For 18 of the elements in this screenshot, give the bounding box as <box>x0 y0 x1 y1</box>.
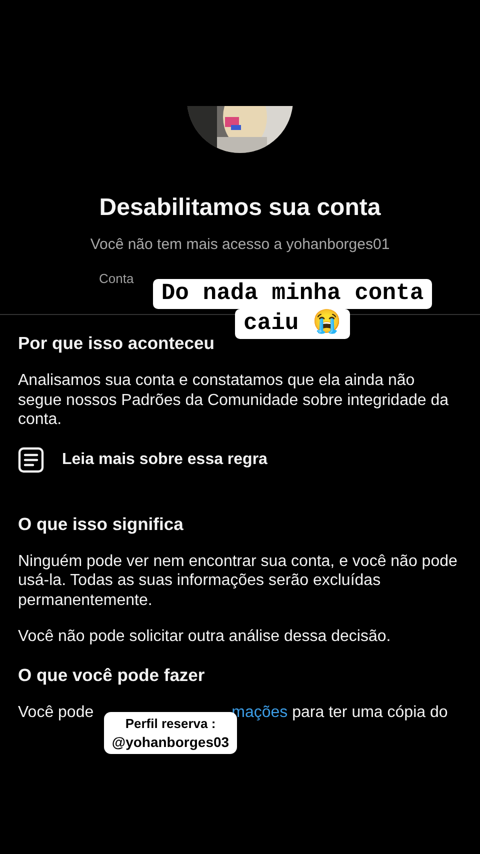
paragraph: Ninguém pode ver nem encontrar sua conta, e você não pode usá-la. Todas as suas informações serão excluídas permanentemente. <box>18 552 458 610</box>
link[interactable]: mações <box>232 702 288 722</box>
caption-sticker: caiu 😭 <box>235 309 350 339</box>
document-icon <box>18 446 44 472</box>
paragraph: Analisamos sua conta e constatamos que ela ainda não segue nossos Padrões da Comunidade sobre integridade da conta. <box>18 371 450 430</box>
sticker-text: Perfil reserva : <box>125 715 216 733</box>
caption-sticker: Do nada minha conta <box>153 279 432 309</box>
section-heading: O que você pode fazer <box>18 664 206 686</box>
title: Desabilitamos sua conta <box>98 193 382 223</box>
section-heading: Por que isso aconteceu <box>18 332 216 354</box>
text: Você pode <box>18 702 94 722</box>
sticker-text: @yohanborges03 <box>112 733 230 752</box>
section-heading: O que isso significa <box>18 512 184 534</box>
rule-link[interactable]: Leia mais sobre essa regra <box>18 446 462 472</box>
text: para ter uma cópia do <box>292 702 448 722</box>
date-line: Conta <box>99 270 135 288</box>
paragraph: Você não pode solicitar outra análise dessa decisão. <box>18 627 392 646</box>
subtitle: Você não tem mais acesso a yohanborges01 <box>89 235 391 255</box>
